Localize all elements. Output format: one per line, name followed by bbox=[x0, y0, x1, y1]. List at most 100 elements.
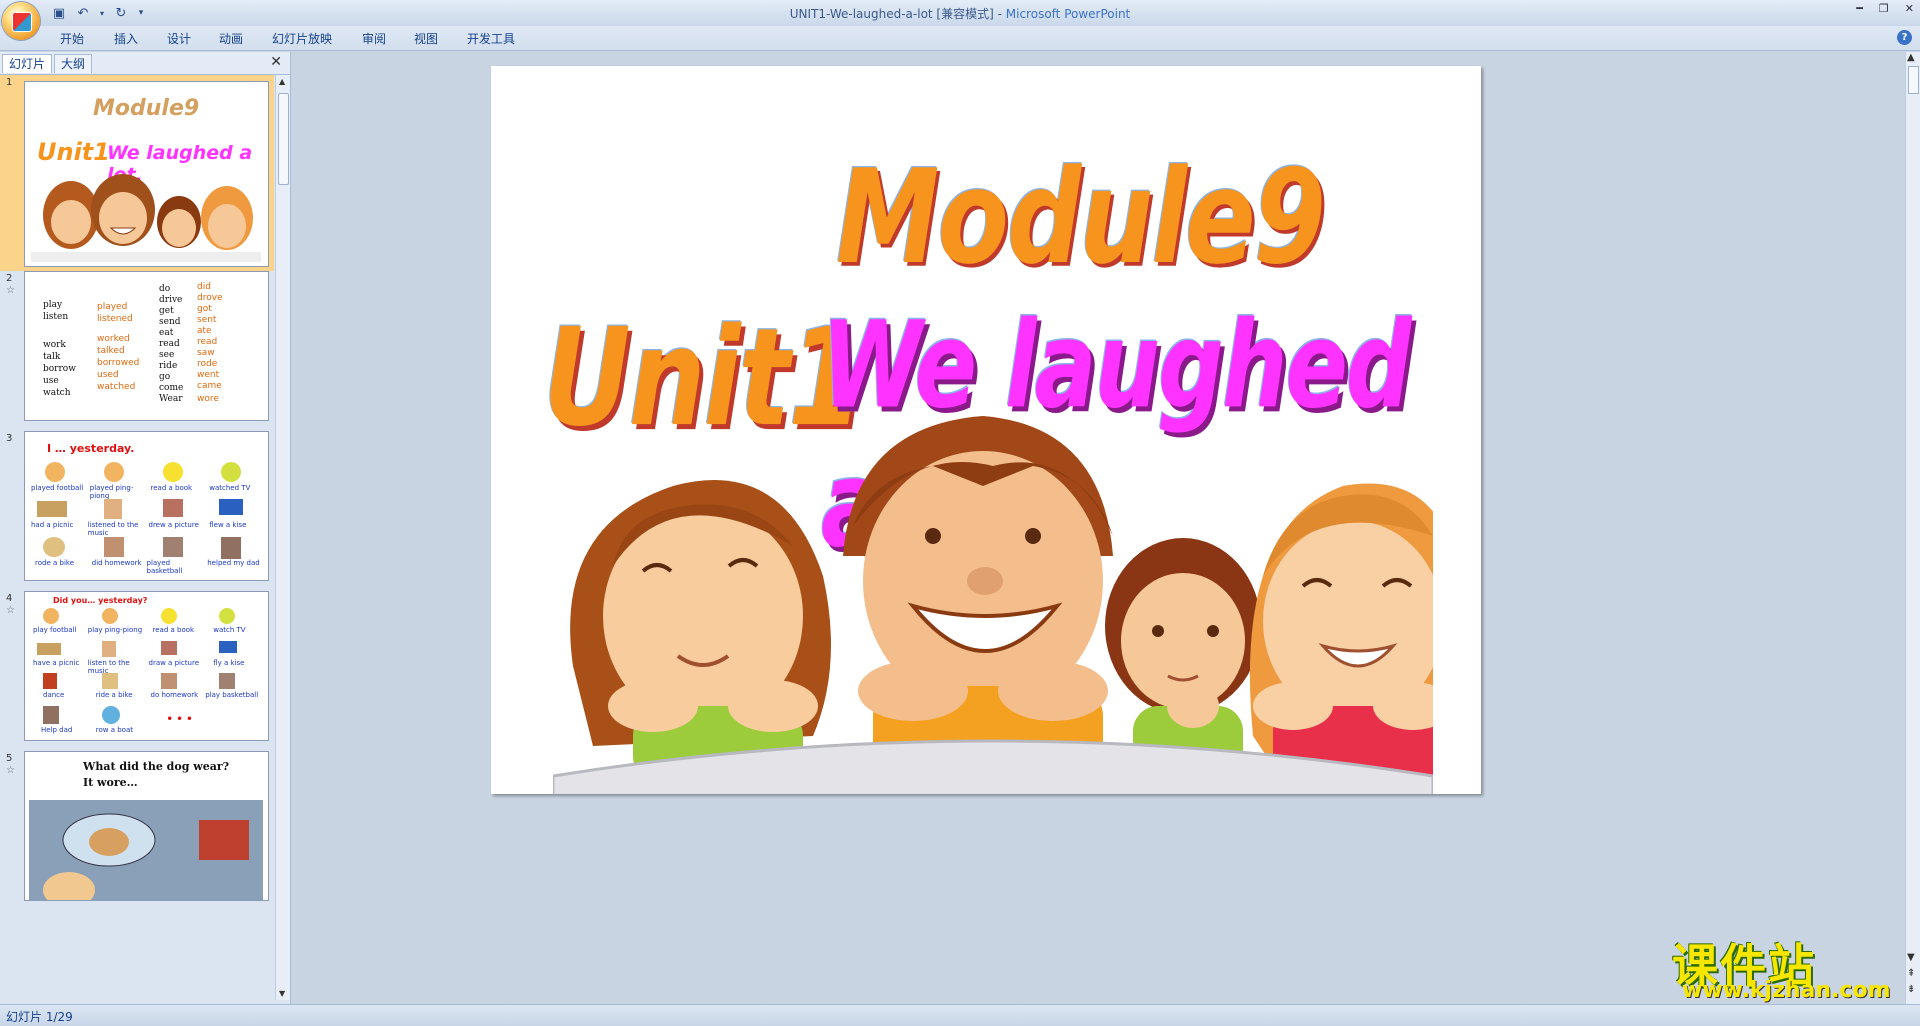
thumb3-grid: played football played ping-piong read a… bbox=[29, 462, 264, 575]
label: row a boat bbox=[95, 725, 133, 734]
label: ride a bike bbox=[95, 691, 133, 699]
slide-canvas[interactable]: Module9 Unit1 We laughed a lot. bbox=[491, 66, 1481, 794]
clipart-icon bbox=[160, 608, 177, 624]
thumbnail-scrollbar[interactable]: ▲ ▼ bbox=[275, 75, 290, 1000]
thumb3-cell: did homework bbox=[88, 536, 147, 574]
label: fly a kise bbox=[213, 658, 245, 667]
word: ate bbox=[197, 326, 212, 336]
tab-design[interactable]: 设计 bbox=[167, 30, 191, 47]
thumbnail-5[interactable]: What did the dog wear? It wore… bbox=[24, 751, 269, 901]
label: had a picnic bbox=[31, 521, 74, 530]
tab-insert[interactable]: 插入 bbox=[114, 30, 138, 47]
scroll-thumb[interactable] bbox=[278, 93, 289, 185]
word: worked bbox=[97, 334, 130, 344]
word: did bbox=[197, 282, 211, 292]
scroll-up-icon[interactable]: ▲ bbox=[279, 77, 285, 86]
next-slide-icon[interactable]: ⇟ bbox=[1907, 984, 1915, 995]
thumb3-cell: played ping-piong bbox=[88, 462, 147, 500]
tab-view[interactable]: 视图 bbox=[414, 30, 438, 47]
clipart-icon bbox=[221, 536, 242, 559]
tab-slides[interactable]: 幻灯片 bbox=[2, 54, 53, 73]
tab-developer[interactable]: 开发工具 bbox=[467, 30, 515, 47]
animation-star-icon: ☆ bbox=[6, 285, 15, 296]
clipart-icon bbox=[45, 462, 65, 482]
word: watch bbox=[43, 388, 71, 398]
word: get bbox=[159, 306, 174, 316]
slide-editing-area: Module9 Unit1 We laughed a lot. bbox=[291, 52, 1906, 1004]
slide-number: 1 bbox=[6, 77, 13, 88]
window-title: UNIT1-We-laughed-a-lot [兼容模式] - Microsof… bbox=[0, 5, 1920, 22]
clipart-icon bbox=[101, 673, 118, 689]
slide-number: 3 bbox=[6, 433, 13, 444]
slide-scrollbar[interactable]: ▲ ▼ ⇞ ⇟ bbox=[1905, 52, 1920, 1004]
thumbnail-2[interactable]: play listen work talk borrow use watch p… bbox=[24, 271, 269, 421]
thumb3-cell: flew a kise bbox=[205, 499, 264, 536]
help-icon[interactable]: ? bbox=[1897, 30, 1912, 45]
clipart-icon bbox=[103, 536, 124, 557]
scroll-thumb[interactable] bbox=[1908, 66, 1919, 94]
clipart-icon bbox=[101, 608, 118, 624]
thumb5-dog-illustration bbox=[29, 800, 263, 900]
thumb3-cell: had a picnic bbox=[29, 499, 88, 536]
panel-close-icon[interactable]: ✕ bbox=[270, 54, 282, 70]
word: wore bbox=[197, 394, 219, 404]
previous-slide-icon[interactable]: ⇞ bbox=[1907, 968, 1915, 979]
label: play ping-piong bbox=[87, 626, 143, 634]
slide-number: 2 bbox=[6, 273, 13, 284]
close-window-icon[interactable]: ✕ bbox=[1905, 2, 1914, 15]
label: played football bbox=[31, 484, 84, 492]
tab-slideshow[interactable]: 幻灯片放映 bbox=[272, 30, 332, 47]
thumbnail-row-2[interactable]: 2 ☆ play listen work talk borrow use wat… bbox=[0, 271, 274, 431]
thumb4-cell: do homework bbox=[147, 673, 206, 706]
clipart-icon bbox=[221, 462, 242, 482]
word: used bbox=[97, 370, 119, 380]
thumb5-line2: It wore… bbox=[83, 776, 138, 789]
word: borrow bbox=[43, 364, 76, 374]
thumb3-cell: watched TV bbox=[205, 462, 264, 499]
thumb4-cell: read a book bbox=[147, 608, 206, 641]
thumbnail-row-5[interactable]: 5 ☆ What did the dog wear? It wore… bbox=[0, 751, 274, 901]
ribbon-tabs: 开始 插入 设计 动画 幻灯片放映 审阅 视图 开发工具 ? bbox=[0, 26, 1920, 51]
scroll-up-icon[interactable]: ▲ bbox=[1907, 52, 1915, 63]
scroll-down-icon[interactable]: ▼ bbox=[279, 989, 285, 998]
office-logo-icon bbox=[12, 12, 32, 32]
slide-module-title[interactable]: Module9 bbox=[836, 141, 1326, 294]
restore-icon[interactable]: ❐ bbox=[1879, 2, 1889, 15]
animation-star-icon: ☆ bbox=[6, 605, 15, 616]
thumb4-cell: row a boat bbox=[88, 705, 147, 739]
panel-tabs: 幻灯片 大纲 ✕ bbox=[0, 52, 290, 75]
thumb3-cell: read a book bbox=[147, 462, 206, 499]
animation-star-icon: ☆ bbox=[6, 765, 15, 776]
thumbnail-row-1[interactable]: 1 Module9 Unit1 We laughed a lot. bbox=[0, 75, 274, 271]
thumb1-module: Module9 bbox=[93, 96, 200, 121]
thumbnail-1[interactable]: Module9 Unit1 We laughed a lot. bbox=[24, 81, 269, 267]
thumb3-heading: I … yesterday. bbox=[47, 442, 135, 455]
thumb4-cell: play ping-piong bbox=[88, 608, 147, 641]
thumbnail-row-3[interactable]: 3 I … yesterday. played football played … bbox=[0, 431, 274, 591]
word: come bbox=[159, 383, 184, 393]
tab-home[interactable]: 开始 bbox=[60, 30, 84, 47]
minimize-icon[interactable]: ━ bbox=[1856, 2, 1863, 15]
kids-illustration[interactable] bbox=[553, 406, 1433, 794]
label: rode a bike bbox=[35, 558, 74, 567]
watermark: 课件站 www.kjzhan.com bbox=[1672, 930, 1902, 1003]
ellipsis: • • • bbox=[166, 713, 193, 725]
tab-animation[interactable]: 动画 bbox=[219, 30, 243, 47]
scroll-down-icon[interactable]: ▼ bbox=[1907, 952, 1915, 963]
clipart-icon bbox=[162, 536, 183, 557]
thumb3-cell: listened to the music bbox=[88, 499, 147, 537]
thumb4-cell: listen to the music bbox=[88, 640, 147, 675]
tab-review[interactable]: 审阅 bbox=[362, 30, 386, 47]
slide-number: 4 bbox=[6, 593, 13, 604]
tab-outline[interactable]: 大纲 bbox=[54, 54, 93, 73]
word: work bbox=[43, 340, 66, 350]
thumb3-cell: played football bbox=[29, 462, 88, 499]
thumb3-cell: rode a bike bbox=[29, 536, 88, 574]
word: eat bbox=[159, 328, 174, 338]
thumb4-cell: Help dad bbox=[29, 705, 88, 739]
thumbnail-row-4[interactable]: 4 ☆ Did you… yesterday? play football pl… bbox=[0, 591, 274, 751]
office-button[interactable] bbox=[2, 2, 40, 40]
thumbnail-4[interactable]: Did you… yesterday? play football play p… bbox=[24, 591, 269, 741]
thumbnail-3[interactable]: I … yesterday. played football played pi… bbox=[24, 431, 269, 581]
word: listened bbox=[97, 314, 133, 324]
